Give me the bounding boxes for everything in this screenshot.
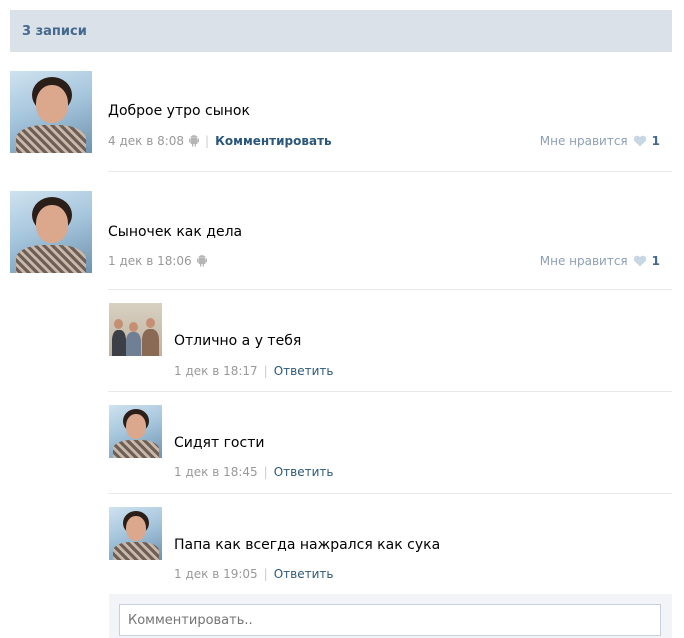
divider bbox=[108, 493, 672, 494]
divider bbox=[108, 171, 672, 172]
avatar[interactable] bbox=[109, 303, 162, 356]
like-button[interactable]: Мне нравится 1 bbox=[540, 254, 660, 268]
like-label: Мне нравится bbox=[539, 134, 628, 148]
records-count-title: 3 записи bbox=[22, 23, 87, 39]
avatar[interactable] bbox=[10, 191, 92, 273]
like-button[interactable]: Мне нравится 1 bbox=[540, 134, 660, 148]
like-count: 1 bbox=[651, 134, 660, 148]
reply-time[interactable]: 1 дек в 19:05 bbox=[174, 567, 258, 581]
reply-link[interactable]: Ответить bbox=[274, 465, 334, 479]
android-icon bbox=[189, 135, 200, 147]
reply-text: Сидят гости bbox=[174, 435, 265, 451]
reply-meta: 1 дек в 19:05 | Ответить bbox=[174, 567, 334, 581]
avatar[interactable] bbox=[10, 71, 92, 153]
comment-input[interactable] bbox=[119, 604, 661, 636]
post-text: Сыночек как дела bbox=[108, 224, 243, 240]
heart-icon bbox=[633, 135, 646, 147]
heart-icon bbox=[633, 255, 646, 267]
post-text: Доброе утро сынок bbox=[108, 103, 250, 119]
reply-link[interactable]: Ответить bbox=[274, 364, 334, 378]
like-label: Мне нравится bbox=[539, 254, 628, 268]
reply-text: Отлично а у тебя bbox=[174, 333, 302, 349]
divider bbox=[108, 289, 672, 290]
post-time[interactable]: 1 дек в 18:06 bbox=[108, 254, 192, 268]
reply-meta: 1 дек в 18:45 | Ответить bbox=[174, 465, 334, 479]
reply-link[interactable]: Ответить bbox=[274, 567, 334, 581]
avatar[interactable] bbox=[109, 405, 162, 458]
reply-text: Папа как всегда нажрался как сука bbox=[174, 537, 441, 553]
post-meta: 4 дек в 8:08 | Комментировать bbox=[108, 134, 332, 148]
divider bbox=[108, 391, 672, 392]
reply-meta: 1 дек в 18:17 | Ответить bbox=[174, 364, 334, 378]
android-icon bbox=[196, 255, 207, 267]
like-count: 1 bbox=[651, 254, 660, 268]
avatar[interactable] bbox=[109, 507, 162, 560]
comment-link[interactable]: Комментировать bbox=[215, 134, 332, 148]
comment-box bbox=[109, 594, 672, 638]
records-header: 3 записи bbox=[10, 10, 672, 52]
reply-time[interactable]: 1 дек в 18:45 bbox=[174, 465, 258, 479]
post-meta: 1 дек в 18:06 bbox=[108, 254, 207, 268]
post-time[interactable]: 4 дек в 8:08 bbox=[108, 134, 184, 148]
reply-time[interactable]: 1 дек в 18:17 bbox=[174, 364, 258, 378]
